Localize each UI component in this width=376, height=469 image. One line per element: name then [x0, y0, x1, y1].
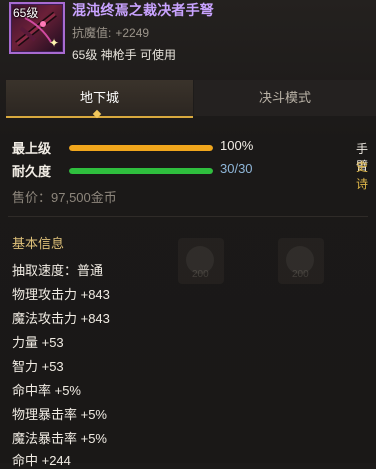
stat-line: 命中率 +5%: [12, 383, 81, 398]
max-level-label: 最上级: [12, 141, 52, 156]
stat-line: 物理暴击率 +5%: [12, 407, 107, 422]
stat-line: 力量 +53: [12, 335, 64, 350]
stat-line: 抽取速度：普通: [12, 263, 104, 278]
item-icon: 65级 ✦: [9, 2, 65, 54]
ghost-slot: 200: [178, 238, 224, 284]
resist-label: 抗魔值:: [72, 26, 112, 40]
ghost-slot: 200: [278, 238, 324, 284]
resist-value: +2249: [115, 26, 150, 40]
durability-value: 30/30: [220, 161, 253, 176]
sell-price: 售价：97,500金币: [12, 190, 117, 205]
divider: [8, 216, 368, 217]
item-tooltip: 65级 ✦ 混沌终焉之裁决者手弩 抗魔值: +2249 65级 神枪手 可使用 地…: [0, 0, 376, 468]
stat-line: 命中 +244: [12, 453, 71, 468]
stat-line: 魔法攻击力 +843: [12, 311, 110, 326]
stat-line: 魔法暴击率 +5%: [12, 431, 107, 446]
rarity-label: 史诗: [356, 160, 369, 191]
stat-line: 物理攻击力 +843: [12, 287, 110, 302]
section-title-basic-info: 基本信息: [12, 236, 65, 251]
max-level-value: 100%: [220, 138, 254, 153]
max-level-bar: [69, 145, 213, 151]
mode-tabs: 地下城 决斗模式: [0, 80, 376, 118]
durability-bar-fill: [69, 168, 213, 174]
resist-row: 抗魔值: +2249: [72, 24, 149, 41]
usage-requirement: 65级 神枪手 可使用: [72, 48, 177, 62]
durability-bar: [69, 168, 213, 174]
tab-pvp[interactable]: 决斗模式: [194, 80, 376, 116]
item-name: 混沌终焉之裁决者手弩: [72, 2, 214, 18]
stat-line: 智力 +53: [12, 359, 64, 374]
max-level-bar-fill: [69, 145, 213, 151]
item-level-badge: 65级: [13, 6, 39, 20]
durability-label: 耐久度: [12, 164, 52, 179]
sparkle-icon: ✦: [48, 36, 59, 50]
